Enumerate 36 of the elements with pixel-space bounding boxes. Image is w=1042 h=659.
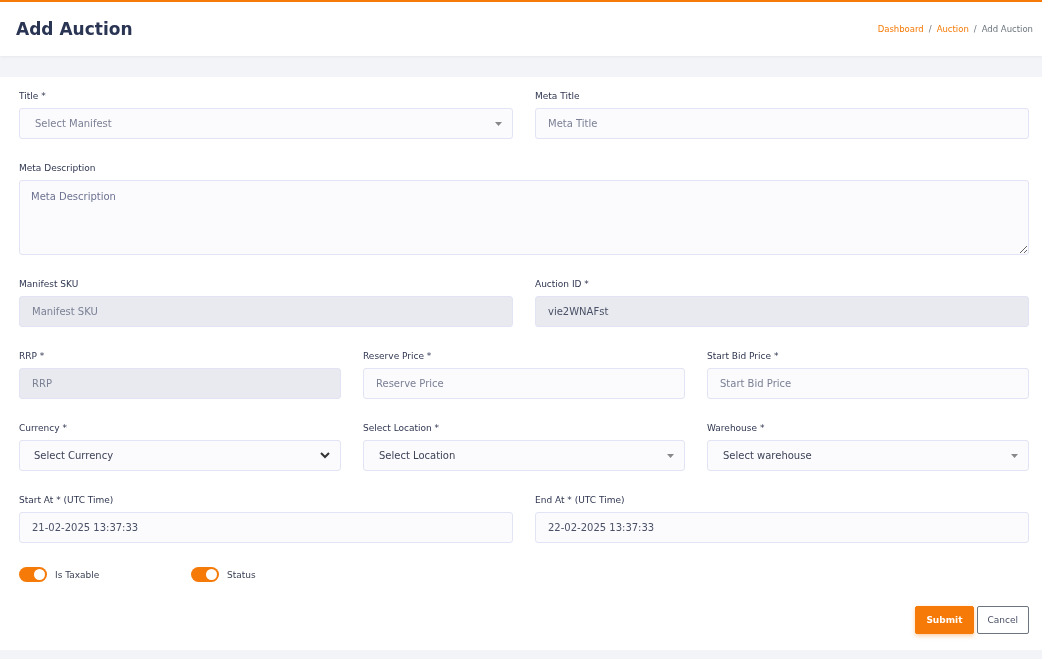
field-label: Start At * (UTC Time) [19,495,115,505]
textarea-field[interactable]: Meta Description [19,180,1029,255]
field-label: Meta Description [19,163,97,173]
caret-down-icon [495,121,502,126]
field-label: Manifest SKU [19,279,80,289]
text-field[interactable]: Reserve Price [363,368,685,399]
toggle-switch[interactable] [19,567,47,582]
chevron-down-icon [320,452,330,459]
select-field[interactable]: Select warehouse [707,440,1029,471]
field-label: Title * [19,91,47,101]
toggle-label: Status [227,569,256,580]
field-label: RRP * [19,351,46,361]
field-label: Currency * [19,423,68,433]
text-field[interactable]: 21-02-2025 13:37:33 [19,512,513,543]
field-label: Auction ID * [535,279,590,289]
text-field[interactable]: Start Bid Price [707,368,1029,399]
text-field[interactable]: Meta Title [535,108,1029,139]
caret-down-icon [1011,453,1018,458]
breadcrumb-separator: / [973,24,977,34]
select-field[interactable]: Select Location [363,440,685,471]
caret-down-icon [667,453,674,458]
field-label: Meta Title [535,91,581,101]
page-title: Add Auction [16,19,133,39]
field-label: Warehouse * [707,423,766,433]
toggle-switch[interactable] [191,567,219,582]
toggle-label: Is Taxable [55,569,100,580]
field-label: End At * (UTC Time) [535,495,626,505]
select-field[interactable]: Select Manifest [19,108,513,139]
field-label: Start Bid Price * [707,351,780,361]
cancel-button[interactable]: Cancel [976,606,1029,634]
field-label: Reserve Price * [363,351,433,361]
breadcrumb-separator: / [928,24,932,34]
field-label: Select Location * [363,423,441,433]
breadcrumb-current: Add Auction [981,24,1033,34]
select-field[interactable]: Select Currency [19,440,341,471]
text-field[interactable]: 22-02-2025 13:37:33 [535,512,1029,543]
